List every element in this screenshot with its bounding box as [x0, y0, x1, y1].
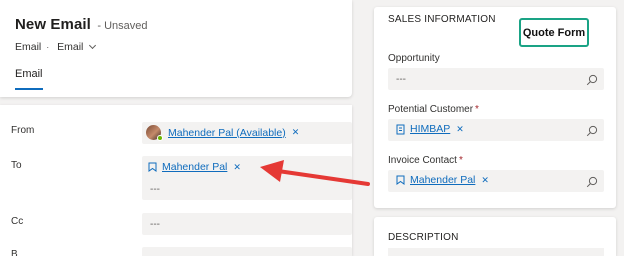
search-icon[interactable]	[586, 175, 598, 188]
contact-record-icon	[396, 175, 405, 185]
contact-record-icon	[148, 162, 157, 172]
required-indicator: *	[475, 104, 479, 115]
potential-customer-field[interactable]: HIMBAP ✕	[388, 119, 604, 141]
from-lookup-value[interactable]: Mahender Pal (Available)	[168, 127, 286, 139]
breadcrumb-separator: ·	[46, 42, 50, 52]
chevron-down-icon	[89, 41, 97, 50]
title-row: New Email - Unsaved	[15, 16, 148, 34]
invoice-contact-field[interactable]: Mahender Pal ✕	[388, 170, 604, 192]
page-title: New Email	[15, 16, 91, 33]
to-field[interactable]: Mahender Pal ✕ ---	[142, 156, 352, 200]
close-icon[interactable]: ✕	[481, 175, 489, 186]
description-section: DESCRIPTION	[374, 217, 616, 256]
opportunity-empty-value: ---	[396, 74, 406, 85]
close-icon[interactable]: ✕	[292, 127, 300, 138]
form-selector[interactable]: Email	[57, 41, 97, 53]
invoice-contact-label: Invoice Contact *	[388, 155, 463, 166]
close-icon[interactable]: ✕	[233, 162, 241, 173]
record-header: New Email - Unsaved Email · Email Email	[0, 0, 352, 97]
entity-name: Email	[15, 41, 42, 53]
account-record-icon	[396, 124, 405, 135]
tab-email[interactable]: Email	[15, 68, 43, 90]
email-form: From Mahender Pal (Available) ✕ To Mahen…	[0, 105, 352, 256]
required-indicator: *	[458, 155, 463, 166]
form-selector-label: Email	[57, 41, 84, 53]
to-lookup-value[interactable]: Mahender Pal	[162, 161, 227, 173]
opportunity-field[interactable]: ---	[388, 68, 604, 90]
potential-customer-value[interactable]: HIMBAP	[410, 123, 450, 135]
avatar	[146, 125, 163, 141]
section-title: SALES INFORMATION	[388, 14, 496, 25]
close-icon[interactable]: ✕	[456, 124, 464, 135]
from-label: From	[11, 125, 35, 136]
entity-breadcrumb: Email · Email	[15, 41, 97, 53]
save-status: - Unsaved	[97, 20, 148, 32]
potential-customer-label: Potential Customer *	[388, 104, 479, 115]
invoice-contact-label-text: Invoice Contact	[388, 155, 457, 166]
quote-form-annotation: Quote Form	[519, 18, 589, 47]
description-field[interactable]	[388, 248, 604, 256]
search-icon[interactable]	[586, 124, 598, 137]
cc-field[interactable]: ---	[142, 213, 352, 235]
search-icon[interactable]	[586, 73, 598, 86]
bcc-field[interactable]	[142, 247, 352, 256]
bcc-label: B	[11, 249, 18, 256]
to-empty-value: ---	[150, 184, 160, 195]
description-title: DESCRIPTION	[388, 232, 459, 243]
cc-label: Cc	[11, 216, 24, 227]
opportunity-label: Opportunity	[388, 53, 440, 64]
potential-customer-label-text: Potential Customer	[388, 104, 474, 115]
to-label: To	[11, 160, 22, 171]
from-field[interactable]: Mahender Pal (Available) ✕	[142, 122, 352, 144]
invoice-contact-value[interactable]: Mahender Pal	[410, 174, 475, 186]
cc-empty-value: ---	[150, 219, 160, 230]
presence-indicator	[157, 135, 163, 141]
